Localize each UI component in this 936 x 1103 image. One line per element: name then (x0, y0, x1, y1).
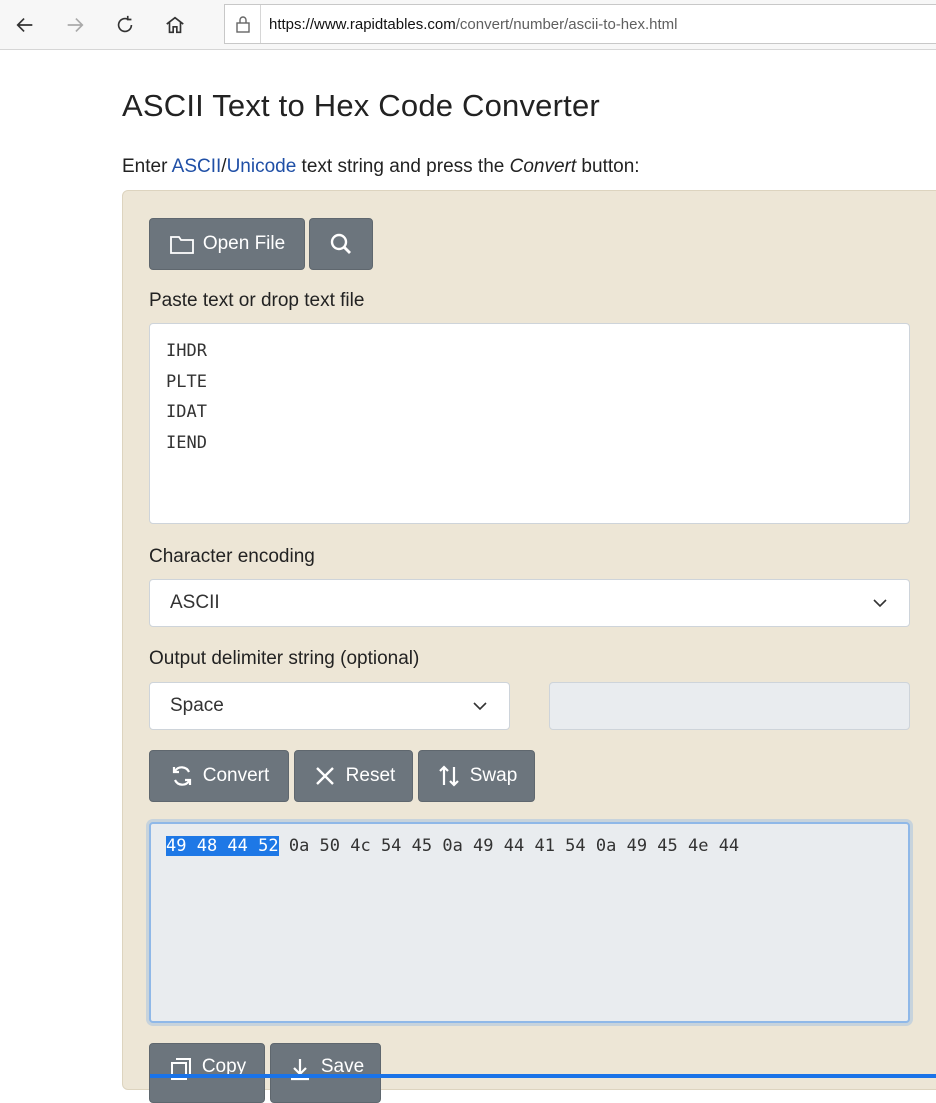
back-button[interactable] (8, 8, 42, 42)
input-textarea[interactable]: IHDR PLTE IDAT IEND (149, 323, 910, 524)
encoding-selected-value: ASCII (170, 592, 220, 613)
input-line: PLTE (166, 371, 207, 392)
home-icon (166, 16, 184, 34)
folder-icon (169, 236, 194, 254)
forward-button[interactable] (58, 8, 92, 42)
chevron-down-icon (473, 702, 487, 711)
copy-icon (170, 1058, 191, 1080)
search-icon (330, 233, 351, 254)
custom-delimiter-input[interactable] (549, 682, 910, 730)
intro-middle: text string and press the (296, 156, 510, 177)
refresh-button[interactable] (108, 8, 142, 42)
encoding-select[interactable]: ASCII (149, 579, 910, 627)
input-label: Paste text or drop text file (149, 290, 365, 311)
delimiter-label: Output delimiter string (optional) (149, 648, 420, 669)
open-file-label: Open File (202, 233, 286, 254)
focus-indicator-line (150, 1074, 936, 1078)
arrow-left-icon (16, 17, 33, 33)
intro-text: Enter ASCII/Unicode text string and pres… (122, 156, 640, 178)
close-icon (315, 767, 334, 785)
delimiter-selected-value: Space (170, 695, 224, 716)
address-bar[interactable]: https://www.rapidtables.com/convert/numb… (224, 4, 936, 44)
reset-label: Reset (345, 765, 396, 786)
download-icon (290, 1059, 309, 1081)
home-button[interactable] (158, 8, 192, 42)
intro-suffix: button: (576, 156, 640, 177)
reset-button[interactable]: Reset (294, 750, 413, 802)
convert-button[interactable]: Convert (149, 750, 289, 802)
arrow-right-icon (67, 17, 84, 33)
convert-label: Convert (202, 765, 270, 786)
delimiter-select[interactable]: Space (149, 682, 510, 730)
url-text[interactable]: https://www.rapidtables.com/convert/numb… (261, 16, 678, 33)
encoding-label: Character encoding (149, 546, 315, 567)
unicode-link[interactable]: Unicode (227, 156, 297, 177)
intro-prefix: Enter (122, 156, 172, 177)
url-host: https://www.rapidtables.com (269, 15, 456, 33)
url-path: /convert/number/ascii-to-hex.html (455, 15, 678, 33)
copy-button[interactable]: Copy (149, 1043, 265, 1103)
open-file-button[interactable]: Open File (149, 218, 305, 270)
search-button[interactable] (309, 218, 373, 270)
chevron-down-icon (873, 599, 887, 608)
swap-label: Swap (469, 765, 518, 786)
lock-icon (225, 5, 261, 43)
browser-toolbar: https://www.rapidtables.com/convert/numb… (0, 0, 936, 50)
refresh-icon (117, 15, 133, 33)
output-selected-text: 49 48 44 52 (166, 836, 279, 856)
output-text: 0a 50 4c 54 45 0a 49 44 41 54 0a 49 45 4… (278, 836, 740, 856)
output-textarea[interactable]: 49 48 44 52 0a 50 4c 54 45 0a 49 44 41 5… (149, 822, 910, 1023)
page-title: ASCII Text to Hex Code Converter (122, 88, 600, 123)
input-line: IEND (166, 432, 207, 453)
swap-button[interactable]: Swap (418, 750, 535, 802)
swap-icon (438, 765, 459, 787)
save-button[interactable]: Save (270, 1043, 381, 1103)
input-line: IDAT (166, 402, 207, 422)
intro-convert-emphasis: Convert (509, 156, 577, 177)
input-line: IHDR (166, 341, 207, 361)
ascii-link[interactable]: ASCII (172, 156, 222, 177)
refresh-icon (172, 766, 191, 786)
